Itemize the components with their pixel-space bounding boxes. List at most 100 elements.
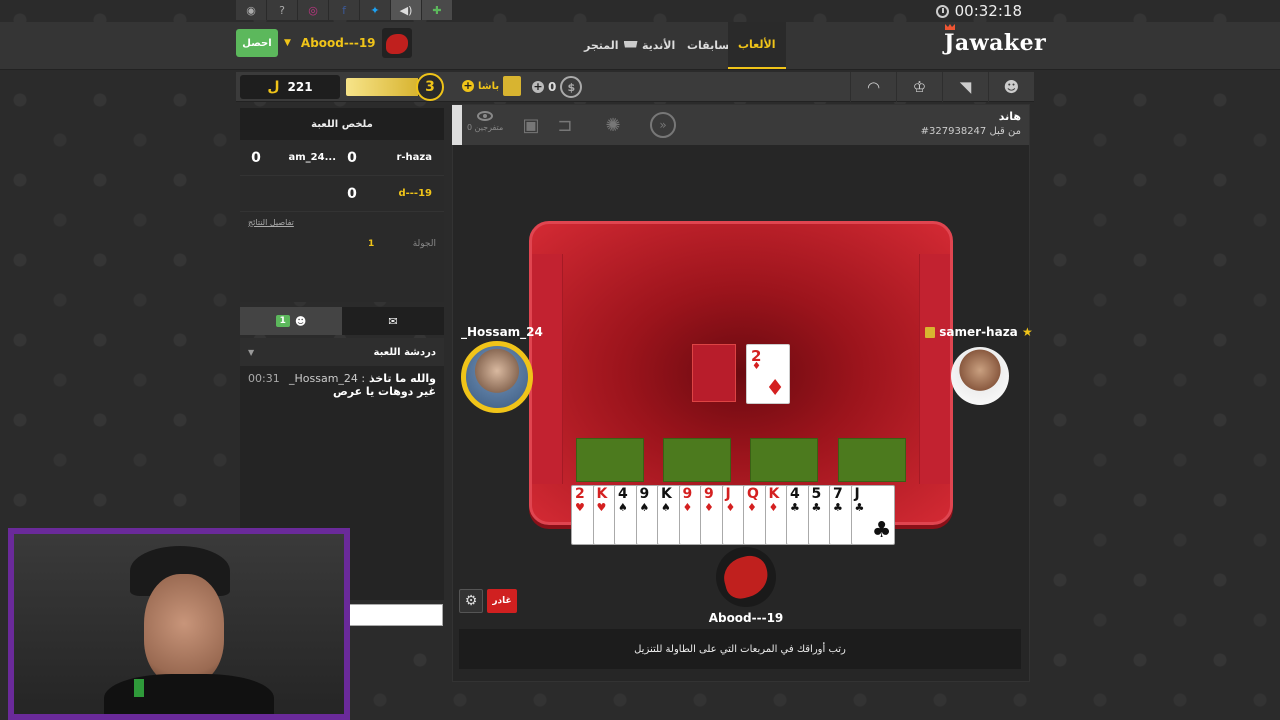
- lock-icon[interactable]: ▣: [515, 109, 547, 141]
- webcam-shirt: [104, 674, 274, 714]
- gear-icon: ⚙: [464, 593, 478, 609]
- chat-bubble-icon: ✉: [388, 314, 398, 328]
- hand-card[interactable]: J ♣ ♣: [850, 485, 895, 545]
- card-rank: 4: [618, 486, 628, 502]
- jawaker-logo[interactable]: Jawaker: [944, 24, 1046, 56]
- scrollbar[interactable]: [452, 105, 462, 145]
- pasha-icon: [503, 76, 522, 96]
- card-suit-large: ♦: [765, 376, 785, 401]
- tokens-value: 0: [548, 80, 557, 94]
- card-suit: ♦: [682, 501, 693, 514]
- discard-card[interactable]: 2 ♦ ♦: [746, 344, 790, 404]
- webcam-overlay: [8, 528, 350, 720]
- card-rank: 9: [704, 486, 714, 502]
- player-name-row: samer-haza ★: [923, 325, 1035, 339]
- player-left[interactable]: _Hossam_24: [461, 325, 543, 413]
- card-rank: 9: [682, 486, 693, 502]
- user-area: احصل ▼ Abood---19: [236, 28, 412, 58]
- nav-games[interactable]: الألعاب: [728, 22, 786, 69]
- plus-icon: +: [462, 79, 474, 92]
- level-badge[interactable]: 3: [416, 73, 444, 101]
- card-suit: ♥: [596, 501, 607, 514]
- card-suit: ♠: [661, 501, 671, 514]
- crown-icon: [945, 24, 955, 30]
- chat-text: _Hossam_24 : والله ما تاخذ غير دوهات يا …: [286, 372, 436, 398]
- player-bottom[interactable]: Abood---19: [701, 547, 791, 625]
- facebook-icon[interactable]: f: [329, 0, 360, 20]
- pasha-membership[interactable]: + باشا: [462, 76, 522, 96]
- leave-button[interactable]: غادر: [487, 589, 517, 613]
- score-name: am_24...: [288, 152, 336, 163]
- clock-time: 00:32:18: [954, 2, 1022, 20]
- pasha-label: باشا: [478, 80, 500, 92]
- player-name: _Hossam_24: [461, 325, 543, 339]
- spectators-label: 0 متفرجين: [467, 123, 504, 132]
- meld-slot[interactable]: [838, 438, 906, 482]
- card-rank: K: [596, 486, 608, 502]
- card-suit: ♦: [747, 501, 757, 514]
- spectators[interactable]: 0 متفرجين: [467, 111, 503, 132]
- card-rank: 7: [833, 486, 843, 502]
- card-suit: ♣: [854, 501, 865, 514]
- score-value: 0: [347, 185, 357, 202]
- player-avatar: [951, 347, 1009, 405]
- fast-forward-icon[interactable]: »: [647, 109, 679, 141]
- card-suit: ♠: [618, 501, 628, 514]
- webcam-face: [144, 574, 224, 684]
- meld-slot[interactable]: [576, 438, 644, 482]
- sound-icon[interactable]: ◀): [391, 0, 422, 20]
- gamepad-icon[interactable]: ✚: [422, 0, 453, 20]
- trophy-icon[interactable]: ♔: [896, 72, 942, 102]
- get-button[interactable]: احصل: [236, 29, 278, 57]
- globe-icon[interactable]: ◉: [236, 0, 267, 20]
- chat-time: 00:31: [248, 372, 280, 385]
- twitter-icon[interactable]: ✦: [360, 0, 391, 20]
- card-suit: ♣: [833, 501, 843, 514]
- main-nav: احصل ▼ Abood---19 المتجر الأندية مسابقات…: [0, 22, 1280, 70]
- player-right[interactable]: samer-haza ★: [923, 325, 1035, 405]
- coins-display[interactable]: ل 221: [240, 75, 340, 99]
- chat-header[interactable]: ▼ دردشة اللعبة: [240, 338, 444, 366]
- round-label: الجولة: [412, 239, 436, 249]
- card-suit: ♠: [639, 501, 650, 514]
- settings-button[interactable]: ⚙: [459, 589, 483, 613]
- help-icon[interactable]: ?: [267, 0, 298, 20]
- card-rank: 5: [811, 486, 822, 502]
- people-icon: ☻: [294, 314, 307, 328]
- exit-door-icon[interactable]: ⊐: [549, 109, 581, 141]
- deck-pile[interactable]: [692, 344, 736, 402]
- card-suit: ♣: [811, 501, 822, 514]
- card-rank: K: [768, 486, 780, 502]
- token-icon: $: [560, 76, 583, 98]
- summary-title: ملخص اللعبة: [240, 108, 444, 140]
- player-avatar: [716, 547, 776, 607]
- meld-slot[interactable]: [750, 438, 818, 482]
- game-id: #327938247 من قبل: [920, 126, 1021, 137]
- chat-message: 00:31 _Hossam_24 : والله ما تاخذ غير دوه…: [248, 372, 436, 398]
- kick-icon[interactable]: ✺: [597, 109, 629, 141]
- tab-chat[interactable]: ✉: [342, 307, 444, 335]
- player-avatar: [461, 341, 533, 413]
- card-rank: K: [661, 486, 672, 502]
- xp-fill: [346, 78, 418, 96]
- megaphone-icon[interactable]: ◥: [942, 72, 988, 102]
- rss-icon[interactable]: ◠: [850, 72, 896, 102]
- results-details-link[interactable]: تفاصيل النتائج: [240, 212, 444, 233]
- coin-icon: ل: [267, 79, 280, 95]
- card-rank: 9: [639, 486, 650, 502]
- meld-slot[interactable]: [663, 438, 731, 482]
- tab-players[interactable]: 1 ☻: [240, 307, 342, 335]
- chevron-down-icon[interactable]: ▼: [284, 38, 291, 48]
- game-title: هاند: [998, 110, 1021, 123]
- instagram-icon[interactable]: ◎: [298, 0, 329, 20]
- user-avatar[interactable]: [381, 28, 412, 58]
- card-rank: Q: [747, 486, 759, 502]
- friends-icon[interactable]: ☻: [988, 72, 1034, 102]
- nav-store-label: المتجر: [584, 39, 619, 52]
- tokens-display[interactable]: + 0 $: [532, 76, 583, 98]
- user-menu[interactable]: Abood---19: [301, 36, 376, 50]
- session-clock: 00:32:18: [935, 2, 1022, 20]
- card-suit: ♦: [752, 361, 761, 372]
- chat-input[interactable]: [346, 604, 443, 626]
- score-name: r-haza: [396, 152, 432, 163]
